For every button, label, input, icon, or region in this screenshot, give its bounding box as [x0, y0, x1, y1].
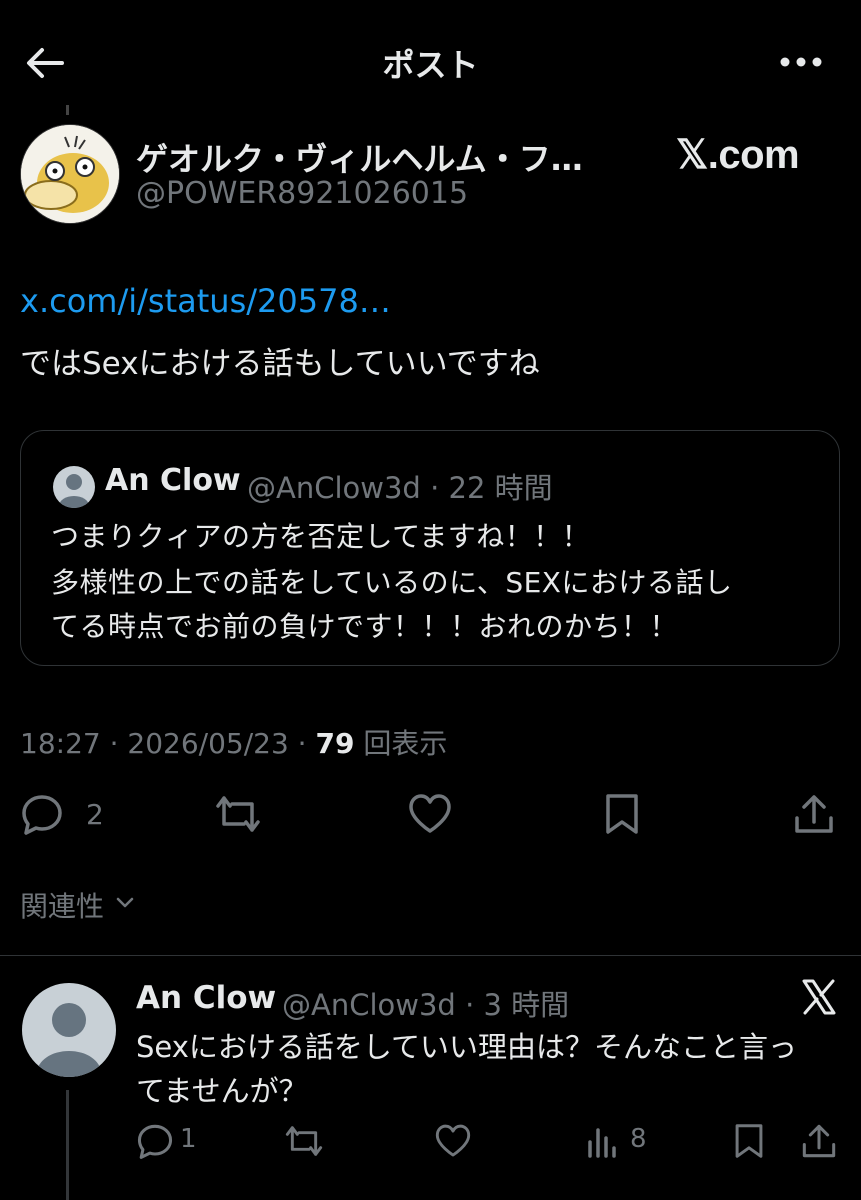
author-avatar[interactable] [20, 124, 120, 224]
quoted-text-line: つまりクィアの方を否定してますね！！！ [51, 520, 591, 553]
quoted-text-line: てる時点でお前の負けです！！！おれのかち！！ [51, 610, 679, 643]
post-link[interactable]: x.com/i/status/20578… [20, 282, 391, 320]
views-count: 79 [315, 727, 355, 760]
quoted-avatar [53, 466, 95, 508]
reply-text-line: Sexにおける話をしていい理由は？そんなこと言っ [136, 1030, 798, 1064]
post-timestamp: 18:27 · 2026/05/23 · 79 回表示 [20, 722, 447, 762]
x-com-badge: 𝕏.com [676, 133, 800, 177]
share-icon[interactable] [792, 792, 836, 836]
views-chart-icon[interactable] [584, 1122, 622, 1160]
reply-text-line: てませんが？ [136, 1074, 308, 1108]
sort-relevance-dropdown[interactable]: 関連性 [20, 885, 104, 925]
author-name[interactable]: ゲオルク・ヴィルヘルム・フ… [136, 134, 583, 180]
more-horizontal-icon[interactable] [776, 52, 826, 72]
reply-icon[interactable] [20, 792, 64, 836]
views-count: 8 [630, 1124, 647, 1154]
reply-count: 1 [180, 1124, 197, 1154]
divider [0, 955, 861, 956]
reply-icon[interactable] [136, 1122, 174, 1160]
x-logo-icon [800, 978, 838, 1016]
bookmark-icon[interactable] [602, 792, 646, 836]
author-handle[interactable]: @POWER8921026015 [136, 176, 468, 211]
views-label: 回表示 [354, 727, 448, 760]
repost-icon[interactable] [284, 1122, 323, 1160]
reply-handle-time: @AnClow3d · 3 時間 [282, 988, 570, 1022]
post-text: ではSexにおける話もしていいですね [20, 346, 540, 382]
reply-author-name[interactable]: An Clow [136, 980, 276, 1016]
bookmark-icon[interactable] [732, 1122, 770, 1160]
quoted-text-line: 多様性の上での話をしているのに、SEXにおける話し [51, 566, 733, 599]
like-icon[interactable] [434, 1122, 472, 1160]
reply-avatar[interactable] [22, 983, 116, 1077]
like-icon[interactable] [407, 792, 451, 836]
quoted-post[interactable]: An Clow @AnClow3d · 22 時間 つまりクィアの方を否定してま… [20, 430, 840, 666]
page-title: ポスト [382, 46, 479, 84]
repost-icon[interactable] [214, 792, 260, 836]
post-time: 18:27 · 2026/05/23 · [20, 727, 316, 760]
thread-connector [66, 105, 69, 115]
thread-connector [66, 1090, 69, 1200]
quoted-author-name: An Clow [105, 463, 241, 498]
chevron-down-icon[interactable] [114, 891, 136, 913]
reply-count: 2 [86, 798, 104, 831]
quoted-handle-time: @AnClow3d · 22 時間 [247, 471, 553, 505]
share-icon[interactable] [800, 1122, 838, 1160]
